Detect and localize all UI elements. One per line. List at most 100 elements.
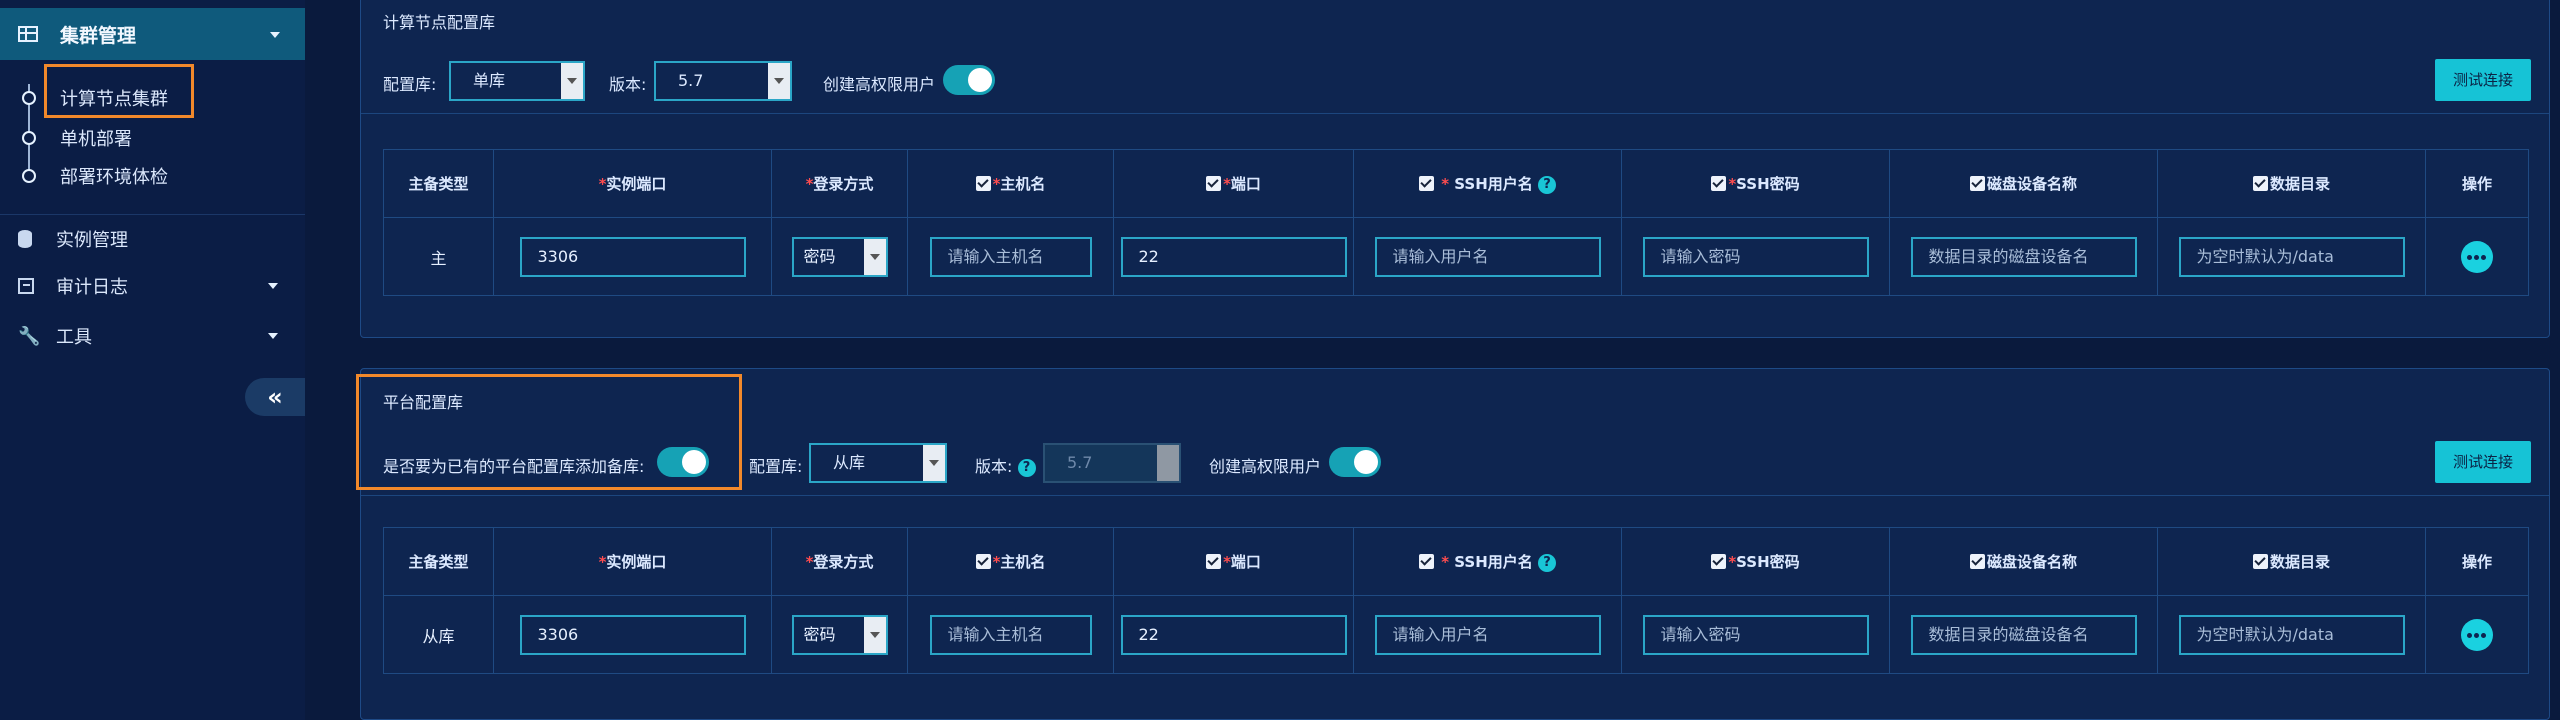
col-port: *端口: [1113, 527, 1354, 596]
col-data-dir: 数据目录: [2157, 149, 2426, 218]
checkbox-checked-icon[interactable]: [1206, 176, 1222, 191]
create-admin-label: 创建高权限用户: [823, 75, 936, 94]
sidebar-item-label: 实例管理: [56, 229, 128, 251]
cell-role: 从库: [383, 595, 494, 674]
version-select: 5.7: [1043, 443, 1181, 483]
col-host: *主机名: [907, 527, 1114, 596]
sidebar-item-label: 审计日志: [56, 277, 128, 298]
col-ssh-pwd: *SSH密码: [1621, 149, 1890, 218]
chevron-down-icon: [270, 32, 280, 38]
help-icon[interactable]: ?: [1538, 175, 1557, 194]
bullet-icon: [22, 91, 36, 105]
version-label: 版本:: [609, 75, 647, 94]
login-method-select[interactable]: 密码: [791, 614, 888, 655]
checkbox-checked-icon[interactable]: [975, 554, 991, 569]
chevron-down-icon: [268, 283, 278, 289]
col-ssh-user: * SSH用户名 ?: [1353, 149, 1622, 218]
ssh-pwd-input[interactable]: 请输入密码: [1642, 236, 1869, 277]
col-login: *登录方式: [771, 527, 908, 596]
chevron-down-icon: [923, 445, 945, 481]
disabled-arrow: [1157, 445, 1179, 481]
data-dir-input[interactable]: 为空时默认为/data: [2178, 236, 2405, 277]
col-action: 操作: [2425, 527, 2529, 596]
test-connection-button[interactable]: 测试连接: [2435, 59, 2531, 101]
chevron-down-icon: [561, 63, 583, 99]
more-actions-button[interactable]: [2461, 618, 2493, 651]
table-row: 主 3306 密码 请输入主机名 22 请输入用户名 请输入密码 数据目录的磁盘…: [383, 217, 2529, 296]
panel-title: 计算节点配置库: [383, 13, 496, 32]
version-label: 版本: ?: [975, 453, 1036, 477]
table-grid-icon: [18, 26, 38, 42]
select-value: 单库: [473, 71, 506, 90]
col-disk: 磁盘设备名称: [1889, 527, 2158, 596]
sidebar-item-env-check[interactable]: 部署环境体检: [0, 156, 305, 196]
create-admin-toggle[interactable]: [943, 65, 995, 95]
bullet-icon: [22, 131, 36, 145]
checkbox-checked-icon[interactable]: [975, 176, 991, 191]
col-inst-port: *实例端口: [493, 527, 772, 596]
sidebar-item-label: 集群管理: [60, 24, 137, 47]
col-host: *主机名: [907, 149, 1114, 218]
sidebar-item-audit-log[interactable]: 审计日志: [0, 262, 305, 310]
sidebar: 集群管理 计算节点集群 单机部署 部署环境体检 实例管理 审计日志 🔧 工具 «: [0, 0, 305, 720]
col-role: 主备类型: [383, 527, 494, 596]
divider: [361, 113, 2549, 114]
config-lib-label: 配置库:: [749, 457, 803, 476]
checkbox-checked-icon[interactable]: [2252, 554, 2268, 569]
chevron-down-icon: [768, 63, 790, 99]
inst-port-input[interactable]: 3306: [519, 236, 746, 277]
login-method-select[interactable]: 密码: [791, 236, 888, 277]
col-action: 操作: [2425, 149, 2529, 218]
test-connection-button[interactable]: 测试连接: [2435, 441, 2531, 483]
more-actions-button[interactable]: [2461, 240, 2493, 273]
table-header-row: 主备类型 *实例端口 *登录方式 *主机名 *端口 * SSH用户名 ? *SS…: [383, 149, 2529, 218]
disk-input[interactable]: 数据目录的磁盘设备名: [1910, 236, 2137, 277]
col-login: *登录方式: [771, 149, 908, 218]
log-icon: [18, 278, 34, 294]
data-dir-input[interactable]: 为空时默认为/data: [2178, 614, 2405, 655]
inst-port-input[interactable]: 3306: [519, 614, 746, 655]
wrench-icon: 🔧: [18, 325, 41, 347]
collapse-sidebar-button[interactable]: «: [245, 378, 305, 416]
bullet-icon: [22, 169, 36, 183]
port-input[interactable]: 22: [1120, 236, 1347, 277]
port-input[interactable]: 22: [1120, 614, 1347, 655]
host-input[interactable]: 请输入主机名: [929, 236, 1092, 277]
sidebar-item-label: 部署环境体检: [60, 167, 168, 188]
checkbox-checked-icon[interactable]: [1418, 554, 1434, 569]
sidebar-item-standalone-deploy[interactable]: 单机部署: [0, 118, 305, 158]
help-icon[interactable]: ?: [1538, 553, 1557, 572]
checkbox-checked-icon[interactable]: [1969, 554, 1985, 569]
help-icon[interactable]: ?: [1017, 458, 1036, 477]
config-lib-select[interactable]: 从库: [809, 443, 947, 483]
checkbox-checked-icon[interactable]: [1711, 554, 1727, 569]
checkbox-checked-icon[interactable]: [2252, 176, 2268, 191]
sidebar-item-instance-mgmt[interactable]: 实例管理: [0, 214, 305, 262]
ssh-pwd-input[interactable]: 请输入密码: [1642, 614, 1869, 655]
disk-input[interactable]: 数据目录的磁盘设备名: [1910, 614, 2137, 655]
checkbox-checked-icon[interactable]: [1969, 176, 1985, 191]
checkbox-checked-icon[interactable]: [1206, 554, 1222, 569]
create-admin-toggle[interactable]: [1329, 447, 1381, 477]
database-icon: [18, 229, 32, 248]
select-value: 5.7: [678, 71, 704, 90]
col-data-dir: 数据目录: [2157, 527, 2426, 596]
checkbox-checked-icon[interactable]: [1418, 176, 1434, 191]
table-row: 从库 3306 密码 请输入主机名 22 请输入用户名 请输入密码 数据目录的磁…: [383, 595, 2529, 674]
chevron-down-icon: [863, 616, 886, 653]
config-lib-select[interactable]: 单库: [449, 61, 585, 101]
highlight-box: [44, 64, 194, 118]
checkbox-checked-icon[interactable]: [1711, 176, 1727, 191]
sidebar-item-cluster-mgmt[interactable]: 集群管理: [0, 8, 305, 60]
create-admin-label: 创建高权限用户: [1209, 457, 1322, 476]
sidebar-item-label: 单机部署: [60, 129, 132, 150]
cell-role: 主: [383, 217, 494, 296]
select-value: 从库: [833, 453, 866, 472]
sidebar-item-tools[interactable]: 🔧 工具: [0, 312, 305, 360]
host-input[interactable]: 请输入主机名: [929, 614, 1092, 655]
table-header-row: 主备类型 *实例端口 *登录方式 *主机名 *端口 * SSH用户名 ? *SS…: [383, 527, 2529, 596]
ssh-user-input[interactable]: 请输入用户名: [1374, 236, 1601, 277]
col-port: *端口: [1113, 149, 1354, 218]
version-select[interactable]: 5.7: [654, 61, 792, 101]
ssh-user-input[interactable]: 请输入用户名: [1374, 614, 1601, 655]
